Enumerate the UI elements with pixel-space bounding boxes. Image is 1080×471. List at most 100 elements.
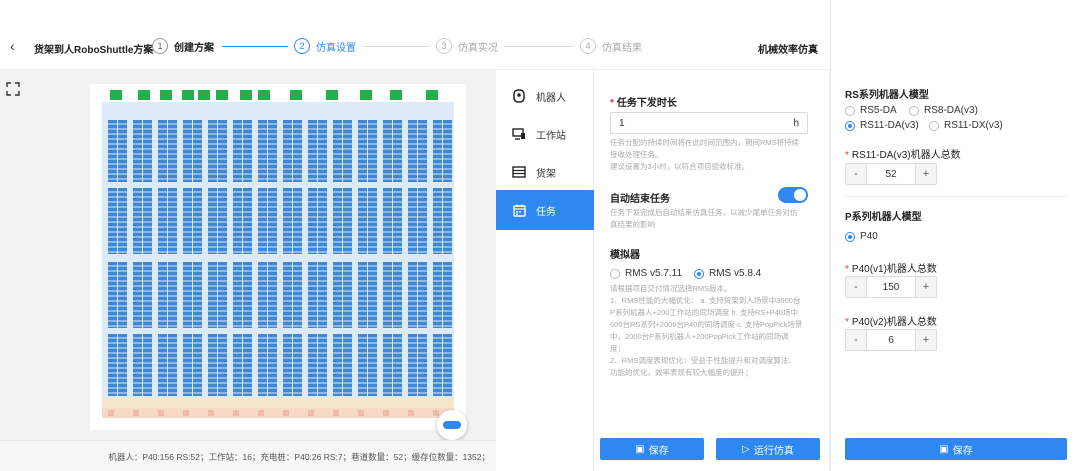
rack-column <box>393 188 402 254</box>
station-marker <box>326 90 338 100</box>
rack-column <box>343 262 352 328</box>
rs-option-rs5-da[interactable]: RS5-DA <box>845 105 897 116</box>
rs-option-rs11-da[interactable]: RS11-DA(v3) <box>845 120 919 131</box>
rs-total-stepper[interactable]: - 52 + <box>845 163 937 185</box>
warehouse-map-panel <box>0 70 496 440</box>
rack-column <box>318 188 327 254</box>
rack-column <box>168 188 177 254</box>
rs-option-rs8-da[interactable]: RS8-DA(v3) <box>909 105 978 116</box>
rack-column <box>443 262 452 328</box>
station-marker <box>290 90 302 100</box>
rack-column <box>433 262 442 328</box>
step-connector <box>504 46 574 47</box>
run-simulation-button[interactable]: ▷ 运行仿真 <box>716 438 820 460</box>
rack-column <box>158 188 167 254</box>
rack-column <box>133 188 142 254</box>
rack-column <box>333 262 342 328</box>
charger-marker <box>408 410 414 416</box>
rack-column <box>418 262 427 328</box>
mode-title: 机械效率仿真 <box>758 45 818 56</box>
p40v2-value[interactable]: 6 <box>866 330 916 350</box>
p40v1-stepper[interactable]: - 150 + <box>845 276 937 298</box>
buffer-zone <box>102 408 454 418</box>
rack-column <box>218 262 227 328</box>
top-header: ‹ 货架到人RoboShuttle方案 1 创建方案 2 仿真设置 3 仿真实况… <box>0 24 830 70</box>
charger-marker <box>208 410 214 416</box>
increment-button[interactable]: + <box>916 330 936 350</box>
save-config-button[interactable]: ▣ 保存 <box>845 438 1067 460</box>
increment-button[interactable]: + <box>916 277 936 297</box>
station-marker <box>240 90 252 100</box>
shelf-icon <box>512 165 526 179</box>
rack-column <box>258 262 267 328</box>
save-icon: ▣ <box>939 443 949 455</box>
rack-column <box>208 188 217 254</box>
calendar-icon <box>512 203 526 217</box>
auto-end-toggle[interactable] <box>778 187 808 203</box>
rack-column <box>358 262 367 328</box>
station-marker <box>360 90 372 100</box>
charger-marker <box>333 410 339 416</box>
map-toggle-button[interactable] <box>437 410 467 440</box>
chevron-left-icon[interactable]: ‹ <box>10 38 15 54</box>
nav-item-task[interactable]: 任务 <box>496 190 594 230</box>
rack-column <box>158 262 167 328</box>
toggle-icon <box>443 421 461 429</box>
auto-end-label: 自动结束任务 <box>610 194 670 205</box>
step-simulation-live[interactable]: 3 仿真实况 <box>436 36 498 56</box>
workstation-icon <box>512 127 526 141</box>
step-create-scheme[interactable]: 1 创建方案 <box>152 36 214 56</box>
rs-option-rs11-dx[interactable]: RS11-DX(v3) <box>929 120 1003 131</box>
nav-item-workstation[interactable]: 工作站 <box>496 114 594 154</box>
rack-column <box>208 262 217 328</box>
decrement-button[interactable]: - <box>846 277 866 297</box>
rack-column <box>268 188 277 254</box>
expand-icon[interactable] <box>6 82 20 96</box>
rack-column <box>108 262 117 328</box>
scheme-title: 货架到人RoboShuttle方案 <box>34 45 154 56</box>
nav-item-shelf[interactable]: 货架 <box>496 152 594 192</box>
nav-item-robot[interactable]: 机器人 <box>496 76 594 116</box>
charger-marker <box>308 410 314 416</box>
rack-column <box>293 188 302 254</box>
station-marker <box>138 90 150 100</box>
p40v2-stepper[interactable]: - 6 + <box>845 329 937 351</box>
rms-option-5-7-11[interactable]: RMS v5.7.11 <box>610 268 682 279</box>
rms-notes: 请根据项目交付情况选择RMS版本。 1、RMS性能的大幅优化： a. 支持货架到… <box>610 284 803 377</box>
status-summary: 机器人：P40:156 RS:52；工作站：16；充电桩：P40:26 RS:7… <box>108 452 490 462</box>
station-marker <box>198 90 210 100</box>
rack-column <box>358 188 367 254</box>
increment-button[interactable]: + <box>916 164 936 184</box>
rack-column <box>393 262 402 328</box>
robot-config-panel: RS系列机器人模型 RS5-DA RS8-DA(v3) RS11-DA(v3) … <box>830 0 1080 471</box>
rms-option-5-8-4[interactable]: RMS v5.8.4 <box>694 268 761 279</box>
decrement-button[interactable]: - <box>846 330 866 350</box>
rack-column <box>383 262 392 328</box>
charger-marker <box>108 410 114 416</box>
step-simulation-result[interactable]: 4 仿真结果 <box>580 36 642 56</box>
rack-column <box>343 188 352 254</box>
warehouse-map[interactable] <box>90 84 466 430</box>
rack-column <box>308 188 317 254</box>
decrement-button[interactable]: - <box>846 164 866 184</box>
rack-column <box>133 262 142 328</box>
rs-total-value[interactable]: 52 <box>866 164 916 184</box>
step-connector <box>362 46 430 47</box>
rack-column <box>193 262 202 328</box>
duration-input[interactable]: 1 h <box>610 112 808 134</box>
rs-model-label: RS系列机器人模型 <box>845 90 929 101</box>
step-connector <box>222 46 288 47</box>
robot-icon <box>512 89 526 103</box>
step-simulation-settings[interactable]: 2 仿真设置 <box>294 36 356 56</box>
charger-marker <box>183 410 189 416</box>
save-button[interactable]: ▣ 保存 <box>600 438 704 460</box>
p-option-p40[interactable]: P40 <box>845 231 878 242</box>
rack-column <box>318 262 327 328</box>
p40v1-value[interactable]: 150 <box>866 277 916 297</box>
rack-column <box>368 262 377 328</box>
rack-column <box>233 188 242 254</box>
rack-column <box>383 188 392 254</box>
station-marker <box>258 90 270 100</box>
rack-column <box>258 188 267 254</box>
rack-column <box>218 188 227 254</box>
